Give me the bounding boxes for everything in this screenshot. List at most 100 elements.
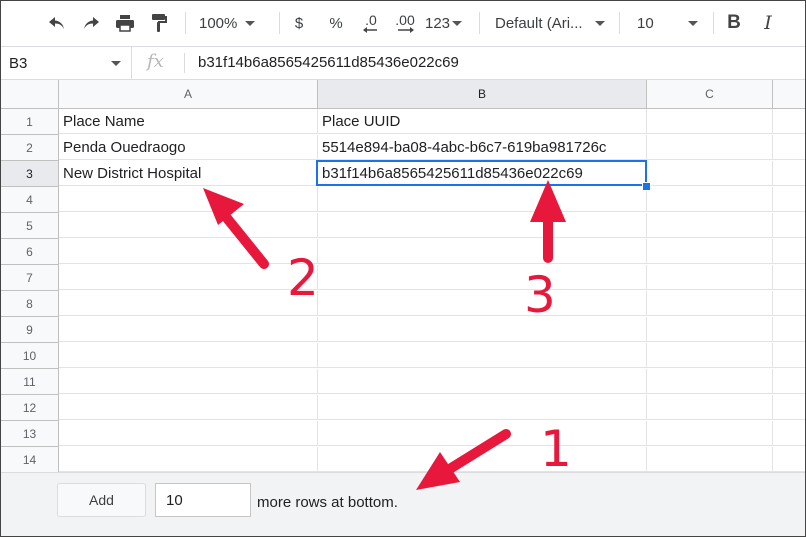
empty-cell[interactable] [318,239,647,264]
cell-b2[interactable]: 5514e894-ba08-4abc-b6c7-619ba981726c [318,135,647,160]
cell-a3[interactable]: New District Hospital [59,161,318,186]
percent-format-button[interactable]: % [325,9,347,37]
row-header-10[interactable]: 10 [1,343,59,369]
row-header-12[interactable]: 12 [1,395,59,421]
empty-cell[interactable] [773,161,805,186]
empty-cell[interactable] [647,317,773,342]
column-header-b[interactable]: B [318,80,647,109]
empty-cell[interactable] [773,109,805,134]
decrease-decimal-button[interactable]: .0 [357,9,385,37]
empty-cell[interactable] [59,395,318,420]
empty-cell[interactable] [773,317,805,342]
empty-cell[interactable] [318,447,647,472]
empty-cell[interactable] [59,213,318,238]
column-header-a[interactable]: A [59,80,318,109]
empty-cell[interactable] [647,109,773,134]
empty-cell[interactable] [318,187,647,212]
empty-cell[interactable] [647,161,773,186]
empty-cell[interactable] [773,291,805,316]
row-header-6[interactable]: 6 [1,239,59,265]
empty-cell[interactable] [59,187,318,212]
chevron-down-icon [111,61,121,66]
empty-cell[interactable] [318,291,647,316]
empty-cell[interactable] [318,265,647,290]
empty-cell[interactable] [773,213,805,238]
row-header-9[interactable]: 9 [1,317,59,343]
row-header-5[interactable]: 5 [1,213,59,239]
cell-a1[interactable]: Place Name [59,109,318,134]
row-header-11[interactable]: 11 [1,369,59,395]
empty-cell[interactable] [59,265,318,290]
fill-handle[interactable] [642,182,651,191]
empty-cell[interactable] [773,187,805,212]
row-header-14[interactable]: 14 [1,447,59,473]
empty-cell[interactable] [773,421,805,446]
currency-format-button[interactable]: $ [289,9,309,37]
name-box[interactable]: B3 [1,47,132,79]
empty-cell[interactable] [647,343,773,368]
empty-cell[interactable] [59,369,318,394]
empty-cell[interactable] [318,213,647,238]
empty-cell[interactable] [647,239,773,264]
empty-cell[interactable] [773,135,805,160]
print-icon[interactable] [111,9,139,37]
column-header-c[interactable]: C [647,80,773,109]
empty-cell[interactable] [647,187,773,212]
annotation-label-1: 1 [540,420,572,478]
chevron-down-icon [452,20,463,26]
empty-cell[interactable] [773,343,805,368]
empty-cell[interactable] [647,395,773,420]
empty-cell[interactable] [647,291,773,316]
more-formats-select[interactable]: 123 [425,9,469,37]
empty-cell[interactable] [773,239,805,264]
formula-input[interactable]: b31f14b6a8565425611d85436e022c69 [198,54,459,71]
italic-button[interactable]: I [757,9,779,37]
empty-cell[interactable] [59,291,318,316]
empty-cell[interactable] [318,395,647,420]
column-header-d[interactable] [773,80,805,109]
empty-cell[interactable] [59,317,318,342]
zoom-value: 100% [199,14,238,32]
empty-cell[interactable] [647,447,773,472]
empty-cell[interactable] [59,239,318,264]
empty-cell[interactable] [318,317,647,342]
redo-icon[interactable] [77,9,105,37]
empty-cell[interactable] [318,343,647,368]
empty-cell[interactable] [647,265,773,290]
zoom-select[interactable]: 100% [199,9,271,37]
cell-b3[interactable]: b31f14b6a8565425611d85436e022c69 [318,161,647,186]
rows-count-input[interactable] [155,483,251,517]
empty-cell[interactable] [59,421,318,446]
font-family-select[interactable]: Default (Ari... [495,9,611,37]
font-size-select[interactable]: 10 [637,9,707,37]
empty-cell[interactable] [647,369,773,394]
add-rows-button[interactable]: Add [57,483,146,517]
row-header-3[interactable]: 3 [1,161,59,187]
row-header-2[interactable]: 2 [1,135,59,161]
empty-cell[interactable] [647,135,773,160]
empty-cell[interactable] [647,213,773,238]
row-header-7[interactable]: 7 [1,265,59,291]
empty-cell[interactable] [59,447,318,472]
select-all-corner[interactable] [1,80,59,109]
empty-cell[interactable] [59,343,318,368]
increase-decimal-button[interactable]: .00 [391,9,419,37]
empty-cell[interactable] [773,447,805,472]
row-header-13[interactable]: 13 [1,421,59,447]
empty-cell[interactable] [773,369,805,394]
formula-divider [184,53,185,73]
chevron-down-icon [245,20,256,26]
undo-icon[interactable] [43,9,71,37]
cell-b1[interactable]: Place UUID [318,109,647,134]
empty-cell[interactable] [318,421,647,446]
paint-format-icon[interactable] [145,9,173,37]
empty-cell[interactable] [647,421,773,446]
bold-button[interactable]: B [723,9,745,37]
cell-a2[interactable]: Penda Ouedraogo [59,135,318,160]
empty-cell[interactable] [773,395,805,420]
row-header-1[interactable]: 1 [1,109,59,135]
row-header-4[interactable]: 4 [1,187,59,213]
empty-cell[interactable] [318,369,647,394]
empty-cell[interactable] [773,265,805,290]
row-header-8[interactable]: 8 [1,291,59,317]
